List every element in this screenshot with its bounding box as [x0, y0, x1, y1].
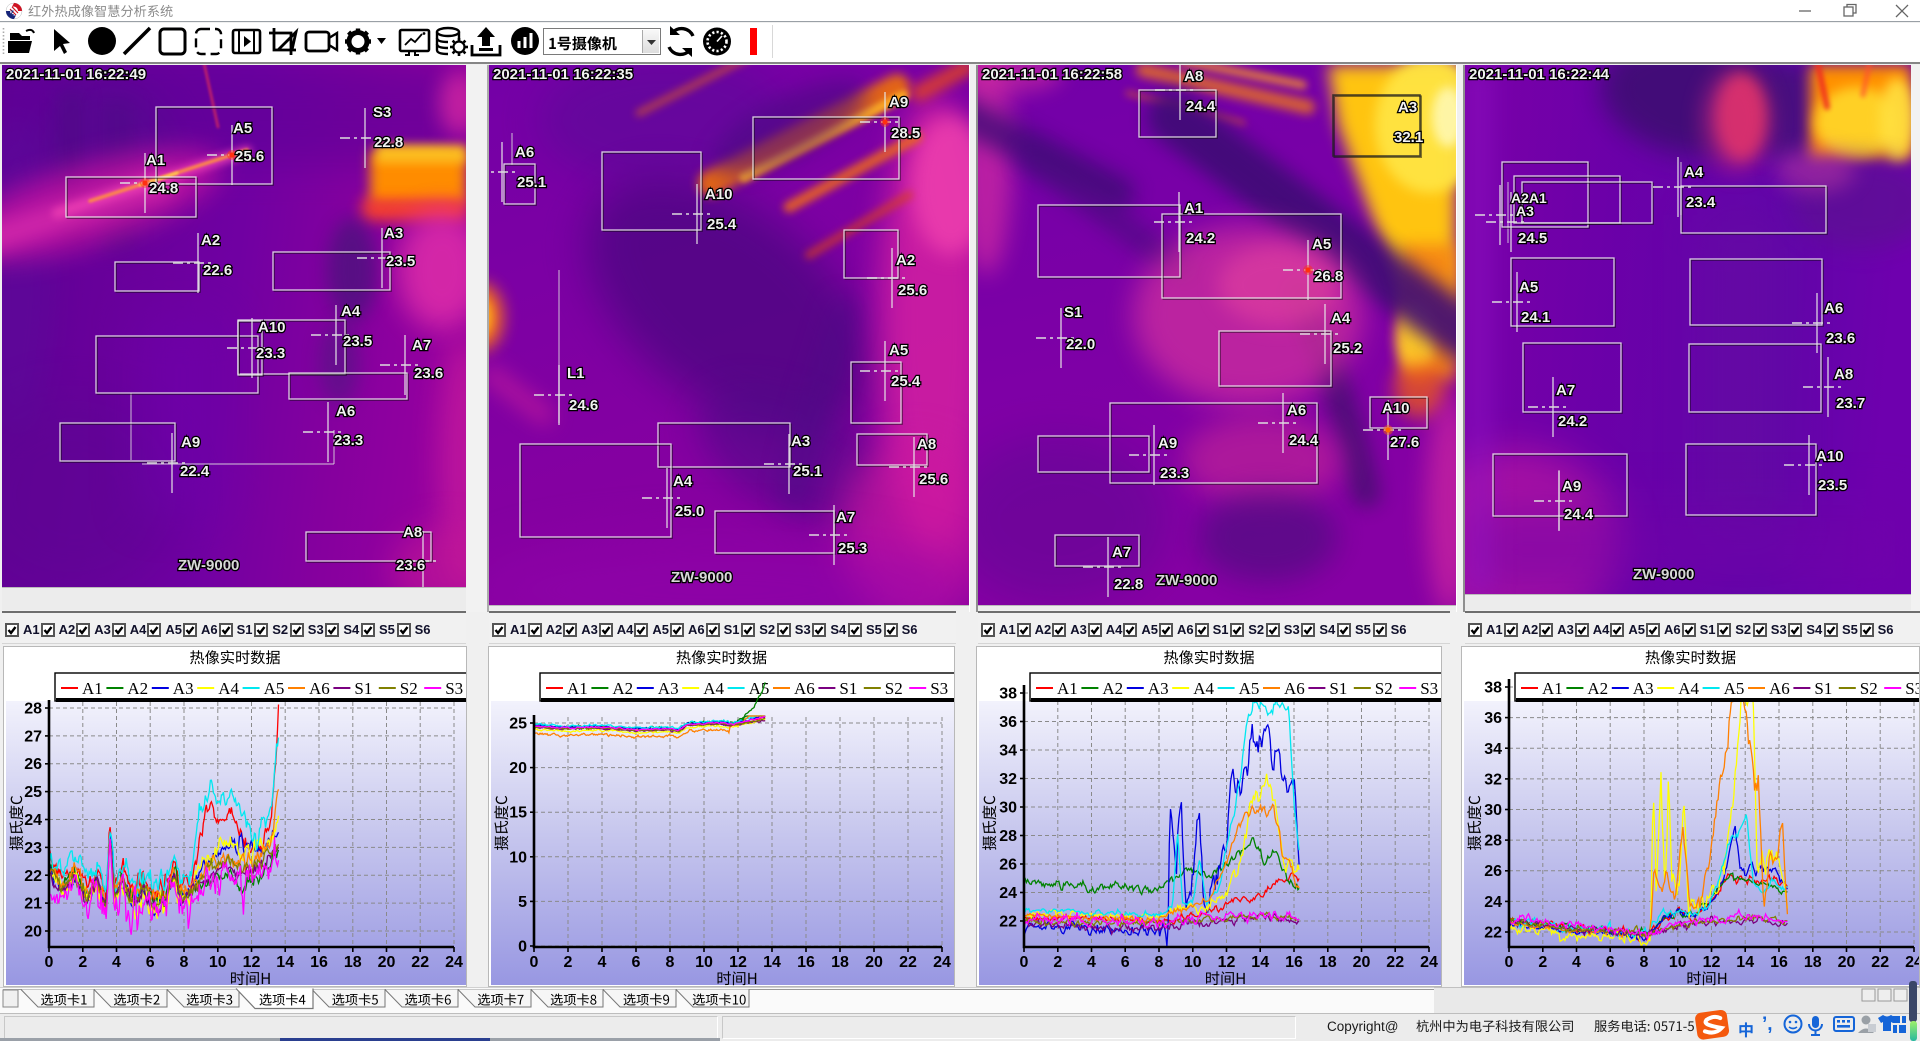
svg-text:’,: ’,: [1762, 1014, 1773, 1035]
